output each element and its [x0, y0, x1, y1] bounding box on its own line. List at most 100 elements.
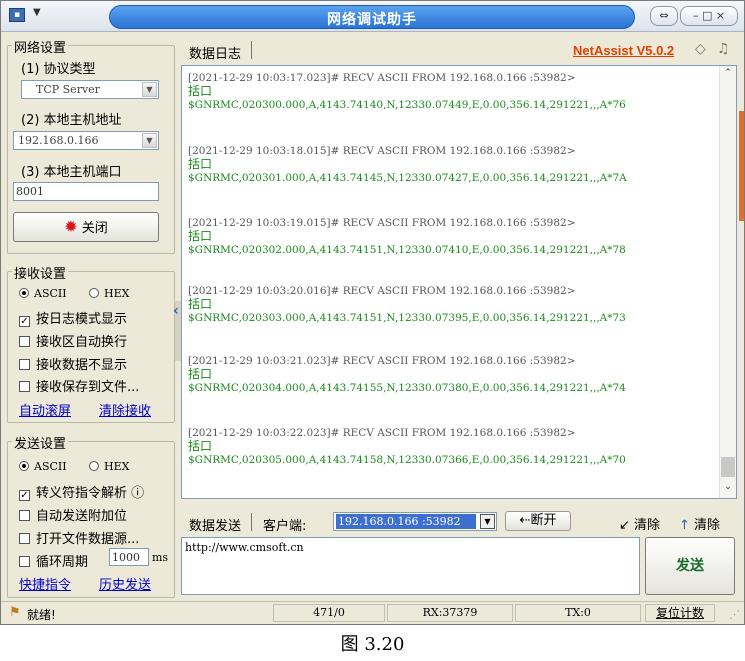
log-entry-data: $GNRMC,020305.000,A,4143.74158,N,12330.0… [188, 454, 626, 466]
send-option-label: 转义符指令解析 ⓘ [36, 486, 145, 501]
chevron-down-icon[interactable]: ⌄ [720, 482, 736, 496]
send-option-append[interactable]: 自动发送附加位 [19, 505, 127, 524]
divider [251, 513, 252, 531]
reset-count-button[interactable]: 复位计数 [645, 604, 715, 622]
log-entry-line: 括口 [188, 439, 213, 453]
maximize-button[interactable]: □ [702, 9, 712, 22]
recv-ascii-radio[interactable]: ASCII [19, 287, 67, 300]
host-select[interactable]: 192.168.0.166 ▼ [13, 131, 159, 150]
recv-option-label: 接收数据不显示 [36, 358, 128, 373]
status-rx: RX:37379 [387, 604, 513, 622]
log-entry-header: [2021-12-29 10:03:22.023]# RECV ASCII FR… [188, 427, 576, 439]
chevron-down-icon: ▼ [33, 7, 41, 18]
send-hex-radio[interactable]: HEX [89, 460, 129, 473]
bell-icon[interactable]: ♫ [717, 41, 730, 57]
version-link[interactable]: NetAssist V5.0.2 [573, 43, 674, 58]
title-bar[interactable]: ▪ ▼ 网络调试助手 ⇔ – □ × [1, 1, 744, 32]
radio-icon [89, 288, 99, 298]
window-controls: ⇔ – □ × [648, 6, 738, 26]
send-text-field[interactable]: http://www.cmsoft.cn [182, 538, 639, 594]
period-field[interactable] [110, 549, 148, 565]
client-select[interactable]: 192.168.0.166 :53982 ▼ [333, 512, 497, 531]
send-text-area[interactable]: http://www.cmsoft.cn [181, 537, 640, 595]
clear-recv-link[interactable]: 清除接收 [99, 400, 151, 419]
log-entry-line: 括口 [188, 297, 213, 311]
status-tx: TX:0 [515, 604, 641, 622]
window-buttons: – □ × [680, 6, 738, 26]
chevron-up-icon[interactable]: ⌃ [720, 68, 736, 82]
checkbox-icon [19, 510, 30, 521]
close-connection-button[interactable]: ✹ 关闭 [13, 212, 159, 242]
send-hex-label: HEX [104, 460, 130, 473]
divider [251, 41, 252, 59]
recv-option-label: 按日志模式显示 [36, 312, 128, 327]
close-button[interactable]: × [716, 9, 725, 22]
status-ready: 就绪! [27, 608, 56, 622]
scroll-thumb[interactable] [721, 457, 735, 477]
clear-send-button[interactable]: ↙ 清除 [619, 514, 660, 533]
figure-caption: 图 3.20 [340, 634, 405, 655]
arrow-up-icon: ↑ [679, 518, 690, 533]
log-entry-data: $GNRMC,020303.000,A,4143.74151,N,12330.0… [188, 312, 626, 324]
checkbox-checked-icon: ✓ [19, 490, 30, 501]
log-entry-line: 括口 [188, 229, 213, 243]
auto-scroll-link[interactable]: 自动滚屏 [19, 400, 71, 419]
protocol-value: TCP Server [36, 83, 100, 96]
status-count: 471/0 [273, 604, 385, 622]
resize-grip-icon[interactable]: ⋰ [729, 608, 740, 621]
log-entry: [2021-12-29 10:03:18.015]# RECV ASCII FR… [188, 145, 627, 184]
log-area[interactable]: [2021-12-29 10:03:17.023]# RECV ASCII FR… [181, 65, 737, 499]
checkbox-icon [19, 359, 30, 370]
log-entry-line: 括口 [188, 84, 213, 98]
client-label: 客户端: [263, 519, 307, 534]
recv-settings-label: 接收设置 [12, 263, 69, 282]
net-settings-label: 网络设置 [12, 37, 69, 56]
send-option-escape[interactable]: ✓ 转义符指令解析 ⓘ [19, 482, 144, 501]
network-app-icon: ▪ [9, 8, 25, 22]
port-input[interactable] [13, 182, 159, 201]
pin-button[interactable]: ⇔ [650, 6, 678, 26]
disconnect-label: 断开 [530, 513, 557, 528]
send-button[interactable]: 发送 [645, 537, 735, 595]
period-input[interactable] [109, 548, 149, 566]
quick-cmd-link[interactable]: 快捷指令 [19, 574, 71, 593]
radio-selected-icon [19, 461, 29, 471]
client-value: 192.168.0.166 :53982 [336, 514, 476, 529]
recv-option-log-mode[interactable]: ✓ 按日志模式显示 [19, 308, 127, 327]
chevron-down-icon[interactable]: ▼ [480, 514, 495, 529]
clear-history-button[interactable]: ↑ 清除 [679, 514, 720, 533]
log-tab-title: 数据日志 [189, 47, 242, 62]
close-connection-label: 关闭 [81, 221, 108, 236]
log-scrollbar[interactable]: ⌃ ⌄ [719, 66, 736, 498]
radio-selected-icon [19, 288, 29, 298]
chevron-left-icon: ‹ [173, 303, 179, 319]
protocol-select[interactable]: TCP Server ▼ [21, 80, 159, 99]
diamond-icon[interactable]: ◇ [695, 41, 706, 57]
port-field[interactable] [14, 183, 158, 200]
recv-option-auto-wrap[interactable]: 接收区自动换行 [19, 331, 127, 350]
disconnect-button[interactable]: ⇠断开 [505, 511, 571, 531]
recv-option-label: 接收区自动换行 [36, 335, 128, 350]
send-option-cycle[interactable]: 循环周期 [19, 551, 88, 570]
history-link[interactable]: 历史发送 [99, 574, 151, 593]
minimize-button[interactable]: – [693, 9, 699, 22]
recv-option-hide-data[interactable]: 接收数据不显示 [19, 354, 127, 373]
port-label: (3) 本地主机端口 [21, 165, 122, 180]
recv-hex-radio[interactable]: HEX [89, 287, 129, 300]
log-entry-header: [2021-12-29 10:03:19.015]# RECV ASCII FR… [188, 217, 576, 229]
app-window: ▪ ▼ 网络调试助手 ⇔ – □ × 网络设置 (1) 协议类型 TCP Serv… [0, 0, 745, 625]
send-option-label: 循环周期 [36, 555, 89, 570]
log-entry-header: [2021-12-29 10:03:20.016]# RECV ASCII FR… [188, 285, 576, 297]
chevron-down-icon[interactable]: ▼ [142, 82, 157, 97]
checkbox-icon [19, 381, 30, 392]
arrow-left-icon: ⇠ [519, 513, 531, 528]
send-option-file-source[interactable]: 打开文件数据源... [19, 528, 139, 547]
app-menu[interactable]: ▪ ▼ [9, 7, 59, 25]
send-ascii-radio[interactable]: ASCII [19, 460, 67, 473]
recv-option-save-file[interactable]: 接收保存到文件... [19, 376, 139, 395]
log-entry: [2021-12-29 10:03:22.023]# RECV ASCII FR… [188, 427, 626, 466]
title-bubble: 网络调试助手 [109, 5, 635, 29]
log-entry-line: 括口 [188, 367, 213, 381]
clear-send-label: 清除 [634, 518, 661, 533]
chevron-down-icon[interactable]: ▼ [142, 133, 157, 148]
